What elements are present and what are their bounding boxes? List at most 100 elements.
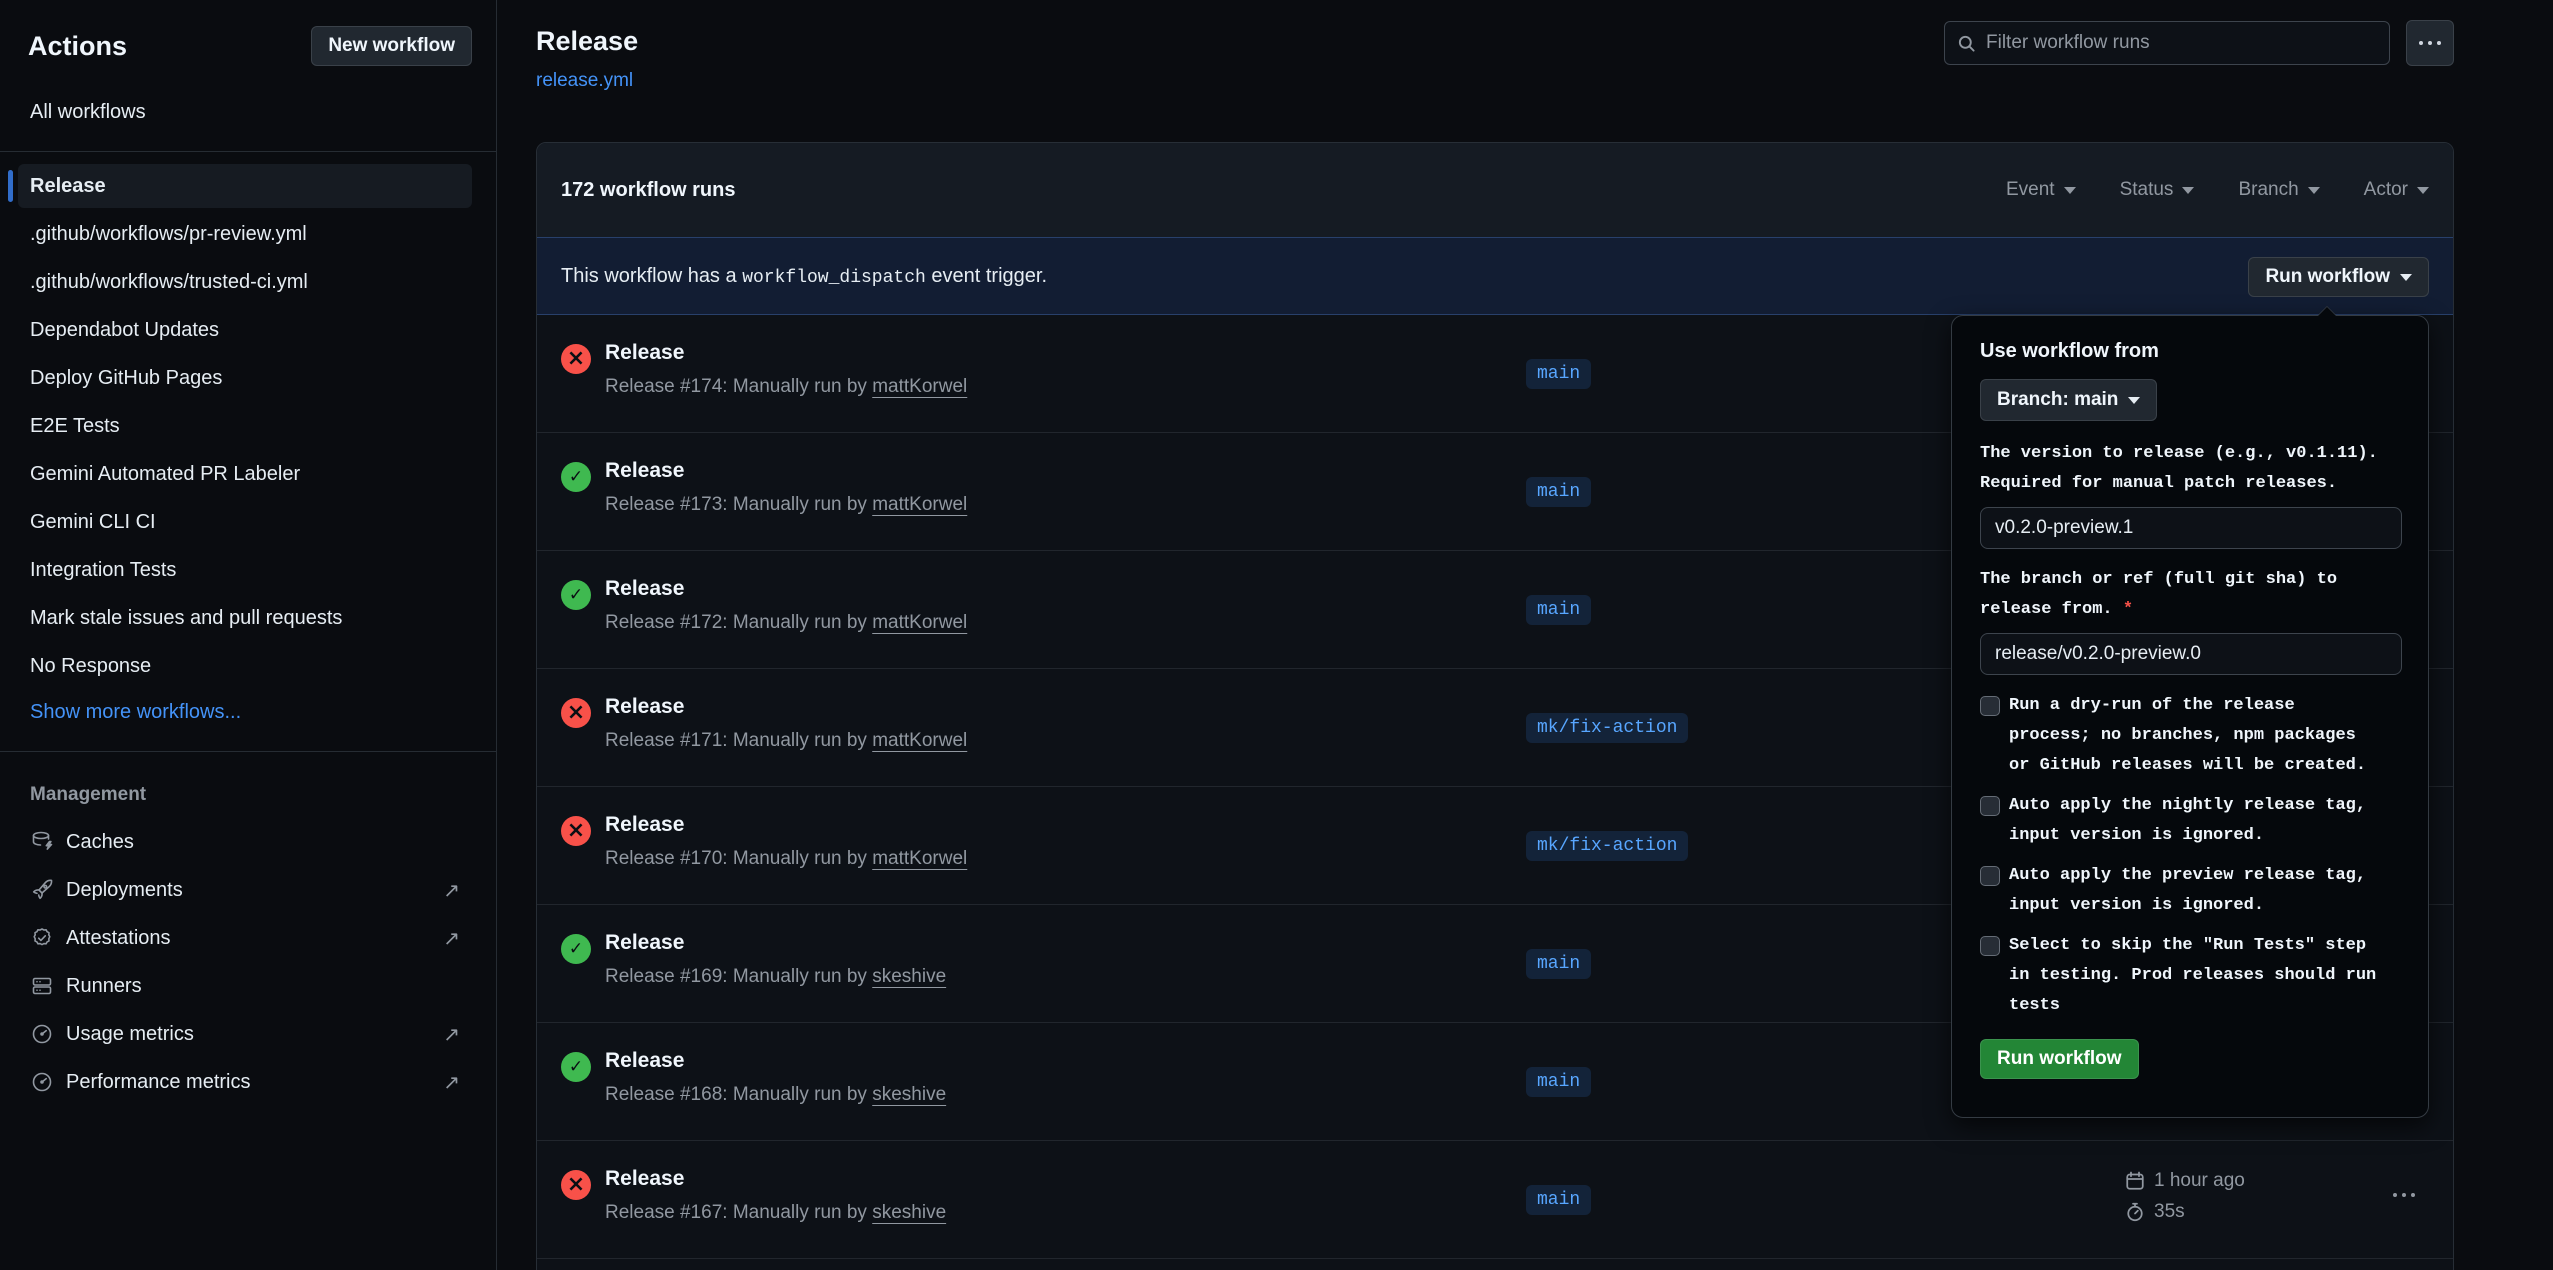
run-title-link[interactable]: Release [605, 1167, 946, 1191]
filter-actor[interactable]: Actor [2364, 179, 2429, 201]
sidebar-workflow-item[interactable]: Integration Tests [18, 548, 472, 592]
new-workflow-button[interactable]: New workflow [311, 26, 472, 66]
sidebar-workflow-item[interactable]: E2E Tests [18, 404, 472, 448]
sidebar-item-runners[interactable]: Runners [18, 964, 472, 1008]
actor-link[interactable]: skeshive [872, 966, 946, 987]
nightly-tag-checkbox[interactable] [1980, 796, 2000, 816]
preview-tag-checkbox[interactable] [1980, 866, 2000, 886]
selected-indicator [8, 170, 13, 202]
sidebar-workflow-item[interactable]: Mark stale issues and pull requests [18, 596, 472, 640]
run-duration: 35s [2125, 1201, 2245, 1223]
filter-status[interactable]: Status [2120, 179, 2195, 201]
sidebar-item-performance-metrics[interactable]: Performance metrics ↗ [18, 1060, 472, 1104]
actor-link[interactable]: mattKorwel [872, 730, 967, 751]
sidebar-item-label: Usage metrics [66, 1023, 194, 1046]
actor-link[interactable]: mattKorwel [872, 612, 967, 633]
external-link-icon: ↗ [443, 1070, 460, 1094]
sidebar-item-attestations[interactable]: Attestations ↗ [18, 916, 472, 960]
actor-link[interactable]: skeshive [872, 1084, 946, 1105]
workflow-file-link[interactable]: release.yml [536, 70, 633, 92]
sidebar-item-label: Deployments [66, 879, 183, 902]
management-section-title: Management [0, 764, 496, 820]
sidebar-item-label: Gemini Automated PR Labeler [30, 463, 300, 486]
run-title-link[interactable]: Release [605, 695, 967, 719]
verified-icon [30, 926, 54, 950]
dry-run-checkbox[interactable] [1980, 696, 2000, 716]
actor-link[interactable]: mattKorwel [872, 848, 967, 869]
runs-count: 172 workflow runs [561, 179, 736, 202]
skip-tests-checkbox[interactable] [1980, 936, 2000, 956]
branch-selector-button[interactable]: Branch: main [1980, 379, 2157, 421]
sidebar-item-label: Integration Tests [30, 559, 176, 582]
branch-badge[interactable]: main [1526, 949, 1591, 979]
branch-badge[interactable]: main [1526, 477, 1591, 507]
branch-badge[interactable]: main [1526, 1185, 1591, 1215]
sidebar-workflow-item[interactable]: Release [18, 164, 472, 208]
run-workflow-dropdown-button[interactable]: Run workflow [2248, 257, 2429, 297]
status-icon [561, 580, 591, 610]
nightly-tag-option: Auto apply the nightly release tag, inpu… [1980, 791, 2400, 851]
sidebar-divider [0, 151, 496, 152]
actor-link[interactable]: mattKorwel [872, 494, 967, 515]
branch-badge[interactable]: main [1526, 595, 1591, 625]
branch-badge[interactable]: main [1526, 1067, 1591, 1097]
run-title-link[interactable]: Release [605, 341, 967, 365]
server-icon [30, 974, 54, 998]
run-options-button[interactable] [2393, 1193, 2415, 1197]
run-title-link[interactable]: Release [605, 1049, 946, 1073]
filter-branch[interactable]: Branch [2238, 179, 2319, 201]
filter-workflow-runs-field [1944, 21, 2390, 65]
sidebar-item-usage-metrics[interactable]: Usage metrics ↗ [18, 1012, 472, 1056]
run-description: Release #167: Manually run by skeshive [605, 1202, 946, 1224]
version-input[interactable] [1980, 507, 2402, 549]
sidebar: Actions New workflow All workflows Relea… [0, 0, 497, 1270]
chevron-down-icon [2417, 187, 2429, 194]
checkbox-label: Auto apply the preview release tag, inpu… [2009, 861, 2381, 921]
run-workflow-popover: Use workflow from Branch: main The versi… [1951, 315, 2429, 1118]
sidebar-workflow-item[interactable]: No Response [18, 644, 472, 688]
checkbox-label: Run a dry-run of the release process; no… [2009, 691, 2381, 781]
branch-badge[interactable]: main [1526, 359, 1591, 389]
sidebar-workflow-item[interactable]: Dependabot Updates [18, 308, 472, 352]
run-description: Release #169: Manually run by skeshive [605, 966, 946, 988]
checkbox-label: Select to skip the "Run Tests" step in t… [2009, 931, 2381, 1021]
sidebar-workflow-item[interactable]: Deploy GitHub Pages [18, 356, 472, 400]
branch-badge[interactable]: mk/fix-action [1526, 831, 1688, 861]
actor-link[interactable]: mattKorwel [872, 376, 967, 397]
sidebar-workflow-item[interactable]: Gemini CLI CI [18, 500, 472, 544]
run-title-link[interactable]: Release [605, 459, 967, 483]
workflow-dispatch-banner: This workflow has a workflow_dispatch ev… [537, 237, 2453, 315]
external-link-icon: ↗ [443, 926, 460, 950]
filter-event[interactable]: Event [2006, 179, 2076, 201]
rocket-icon [30, 878, 54, 902]
actor-link[interactable]: skeshive [872, 1202, 946, 1223]
kebab-icon [2393, 1193, 2397, 1197]
run-workflow-submit-button[interactable]: Run workflow [1980, 1039, 2139, 1079]
sidebar-item-all-workflows[interactable]: All workflows [18, 92, 478, 133]
run-title-link[interactable]: Release [605, 931, 946, 955]
sidebar-item-label: Performance metrics [66, 1071, 251, 1094]
sidebar-workflow-item[interactable]: .github/workflows/pr-review.yml [18, 212, 472, 256]
run-description: Release #171: Manually run by mattKorwel [605, 730, 967, 752]
sidebar-workflow-item[interactable]: .github/workflows/trusted-ci.yml [18, 260, 472, 304]
run-description: Release #174: Manually run by mattKorwel [605, 376, 967, 398]
run-title-link[interactable]: Release [605, 813, 967, 837]
checkbox-label: Auto apply the nightly release tag, inpu… [2009, 791, 2381, 851]
status-icon [561, 1052, 591, 1082]
sidebar-item-caches[interactable]: Caches [18, 820, 472, 864]
sidebar-item-deployments[interactable]: Deployments ↗ [18, 868, 472, 912]
branch-badge[interactable]: mk/fix-action [1526, 713, 1688, 743]
status-icon [561, 934, 591, 964]
workflow-nav-list: Release .github/workflows/pr-review.yml … [0, 164, 496, 688]
sidebar-item-label: Dependabot Updates [30, 319, 219, 342]
show-more-workflows-link[interactable]: Show more workflows... [18, 692, 478, 733]
sidebar-workflow-item[interactable]: Gemini Automated PR Labeler [18, 452, 472, 496]
version-input-hint: The version to release (e.g., v0.1.11). … [1980, 439, 2400, 499]
workflow-options-button[interactable] [2406, 20, 2454, 66]
ref-input[interactable] [1980, 633, 2402, 675]
filter-workflow-runs-input[interactable] [1986, 32, 2377, 54]
status-icon [561, 462, 591, 492]
run-title-link[interactable]: Release [605, 577, 967, 601]
run-description: Release #168: Manually run by skeshive [605, 1084, 946, 1106]
workflow-run-row[interactable]: Release Release #167: Manually run by sk… [537, 1141, 2453, 1259]
